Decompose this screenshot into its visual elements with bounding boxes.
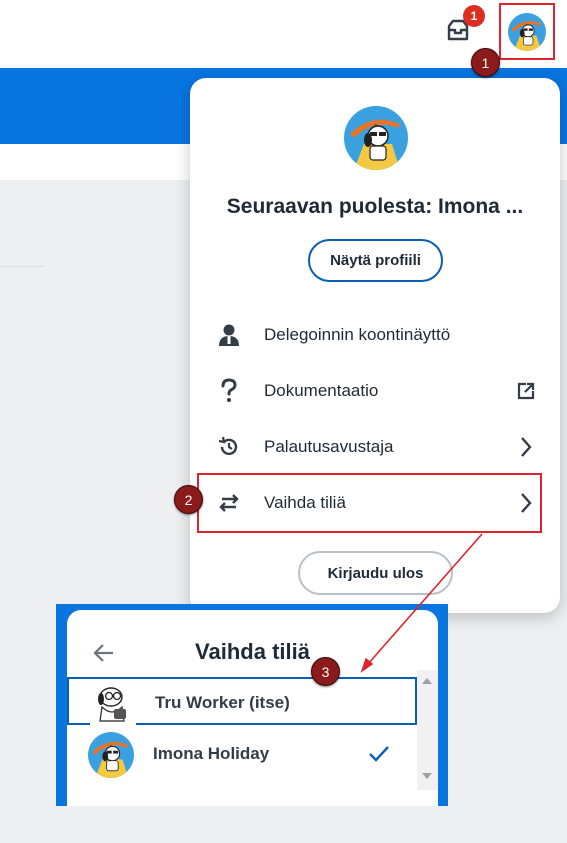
menu-item-label: Delegoinnin koontinäyttö <box>264 325 451 344</box>
avatar <box>344 106 408 170</box>
chevron-right-icon <box>514 435 538 459</box>
callout-marker: 1 <box>471 48 500 77</box>
scroll-up-icon[interactable] <box>422 678 432 684</box>
panel-title: Vaihda tiliä <box>195 639 310 664</box>
view-profile-button[interactable]: Näytä profiili <box>308 239 443 282</box>
menu-item-recovery-assistant[interactable]: Palautusavustaja <box>200 422 550 472</box>
profile-name: Seuraavan puolesta: Imona ... <box>226 195 524 218</box>
logout-button[interactable]: Kirjaudu ulos <box>298 551 453 595</box>
notification-badge[interactable]: 1 <box>463 5 485 27</box>
account-row[interactable]: Tru Worker (itse) <box>67 677 417 727</box>
scrollbar[interactable] <box>417 670 438 790</box>
callout-marker: 3 <box>311 657 340 686</box>
avatar <box>88 732 134 778</box>
history-icon <box>214 432 244 462</box>
external-link-icon <box>514 379 538 403</box>
avatar <box>508 12 546 51</box>
person-icon <box>214 320 244 350</box>
menu-item-delegation-dashboard[interactable]: Delegoinnin koontinäyttö <box>200 310 550 360</box>
avatar <box>90 681 136 727</box>
menu-item-documentation[interactable]: Dokumentaatio <box>200 366 550 416</box>
profile-avatar-button[interactable] <box>499 3 555 60</box>
account-name: Tru Worker (itse) <box>155 693 290 712</box>
scroll-down-icon[interactable] <box>422 773 432 779</box>
menu-item-label: Dokumentaatio <box>264 381 379 400</box>
callout-marker: 2 <box>174 485 203 514</box>
account-row[interactable]: Imona Holiday <box>67 730 417 778</box>
menu-item-label: Palautusavustaja <box>264 437 394 456</box>
highlight-box <box>197 473 542 533</box>
checkmark-icon <box>367 742 391 766</box>
switch-account-panel: Vaihda tiliä Tru Worker (itse) Imona Hol… <box>67 610 438 806</box>
help-icon <box>214 376 244 406</box>
divider <box>0 266 44 267</box>
account-name: Imona Holiday <box>153 744 270 763</box>
